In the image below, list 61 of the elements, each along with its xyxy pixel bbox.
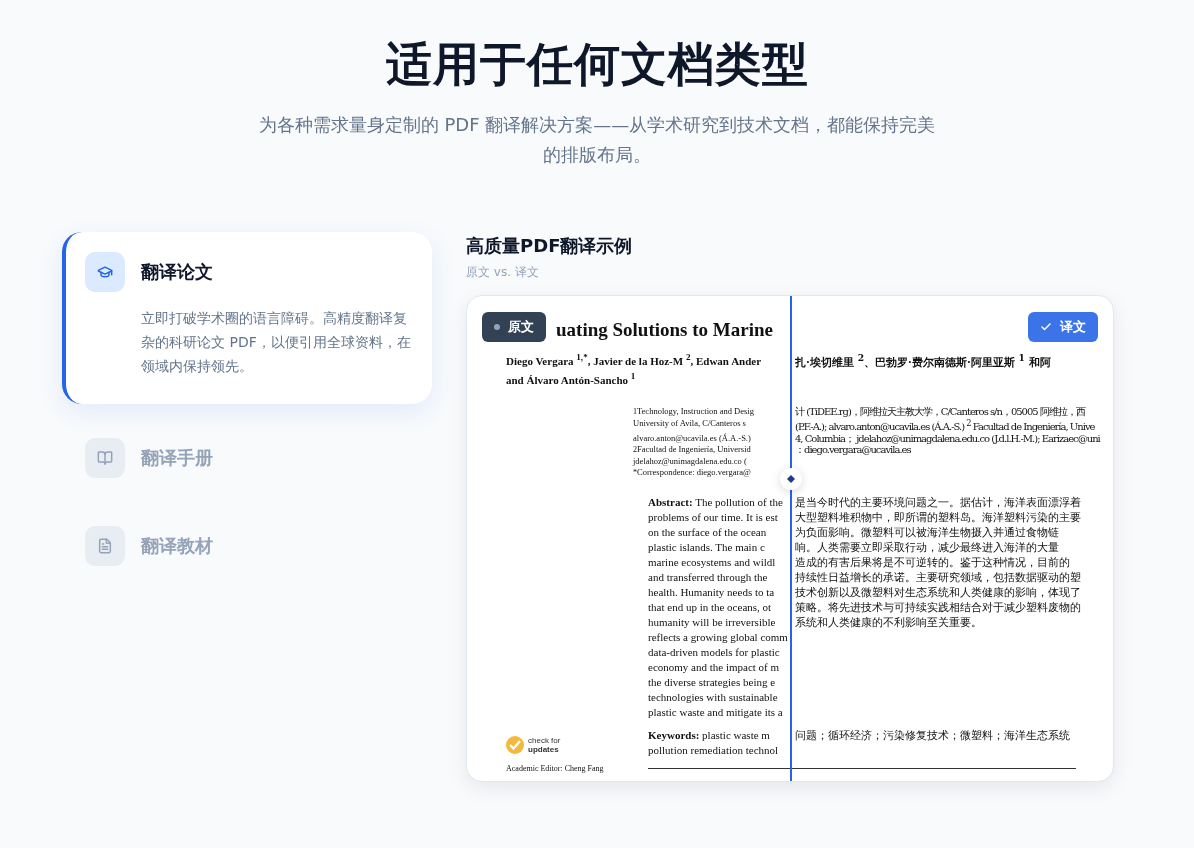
original-badge: 原文 — [482, 312, 546, 342]
original-text-line: and Álvaro Antón-Sancho $^{1}$ — [506, 374, 636, 387]
original-text-line: economy and the impact of m — [648, 660, 780, 673]
original-text-line: jdelahoz@unimagdalena.edu.co ( — [633, 455, 747, 466]
footnote-number: 2 — [633, 445, 637, 455]
translated-text-line: 系统和人类健康的不利影响至关重要。 — [794, 614, 982, 630]
original-text-line: Abstract: The pollution of the — [648, 495, 783, 508]
translated-text-line: 为负面影响。微塑料可以被海洋生物摄入并通过食物链 — [794, 524, 1059, 540]
translated-text-line: 扎·埃切维里 $^{2}$、巴勃罗·费尔南德斯·阿里亚斯 $^{1}$ 和阿 — [794, 351, 1051, 370]
original-text-line: alvaro.anton@ucavila.es (Á.A.-S.) — [633, 432, 751, 443]
preview-title: 高质量PDF翻译示例 — [466, 234, 634, 258]
original-text-line: plastic waste and mitigate its a — [648, 705, 783, 718]
book-icon — [85, 438, 125, 478]
translated-text-line: 技术创新以及微塑料对生态系统和人类健康的影响，体现了 — [794, 584, 1081, 600]
original-text-line: on the surface of the ocean — [648, 525, 767, 538]
original-text-line: problems of our time. It is est — [648, 510, 778, 523]
academic-editor: Academic Editor: Cheng Fang — [506, 763, 605, 773]
footnote-number: * — [633, 468, 637, 478]
original-text-line: University of Avila, C/Canteros s — [633, 417, 746, 428]
paper-title: uating Solutions to Marine — [556, 318, 773, 342]
translated-text-line: 4, Columbia； jdelahoz@unimagdalena.edu.co (J.d.l.H.-M.); Earizaec@uni — [794, 432, 1100, 445]
divider-handle[interactable] — [780, 468, 802, 490]
graduation-cap-icon — [85, 252, 125, 292]
translated-text-line: 持续性日益增长的承诺。主要研究领域，包括数据驱动的塑 — [794, 569, 1081, 585]
translated-text-line: 是当今时代的主要环境问题之一。据估计，海洋表面漂浮着 — [794, 494, 1081, 510]
translated-text-line: 响。人类需要立即采取行动，减少最终进入海洋的大量 — [794, 539, 1059, 555]
compare-divider[interactable] — [790, 296, 792, 781]
translated-text-line: ：diego.vergara@ucavila.es — [794, 444, 911, 456]
preview-subtitle: 原文 vs. 译文 — [466, 264, 540, 281]
translated-text-line: 问题；循环经济；污染修复技术；微塑料；海洋生态系统 — [794, 727, 1070, 743]
page-subtitle: 为各种需求量身定制的 PDF 翻译解决方案——从学术研究到技术文档，都能保持完美的排版布局。 — [257, 113, 937, 167]
translated-badge: 译文 — [1028, 312, 1098, 342]
translated-text-line: 造成的有害后果将是不可逆转的。鉴于这种情况，目前的 — [794, 554, 1070, 570]
translated-text-line: (P.F.-A.); alvaro.anton@ucavila.es (Á.A.-S.) $^{2}$ Facultad de Ingeniería, Unive — [794, 417, 1095, 433]
category-tab[interactable]: 翻译论文 立即打破学术圈的语言障碍。高精度翻译复杂的科研论文 PDF，以便引用全球资料，在领域内保持领先。 — [62, 232, 432, 404]
original-text-line: Diego Vergara $^{1,*}$, Javier de la Hoz-M $^{2}$, Edwan Ander — [506, 354, 762, 367]
original-text-line: Facultad de Ingeniería, Universid — [637, 444, 751, 455]
document-icon — [85, 526, 125, 566]
translated-text-line: 计 (TiDEE.rg)，阿维拉天主教大学，C/Canteros s/n，05005 阿维拉，西 — [794, 406, 1085, 418]
category-tab[interactable]: 翻译教材 — [62, 506, 432, 586]
category-tab[interactable]: 翻译手册 — [62, 418, 432, 498]
original-text-line: health. Humanity needs to ta — [648, 585, 775, 598]
original-text-line: data-driven models for plastic — [648, 645, 780, 658]
original-text-line: Correspondence: diego.vergara@ — [637, 467, 751, 478]
original-text-line: technologies with sustainable — [648, 690, 778, 703]
original-text-line: that end up in the oceans, ot — [648, 600, 772, 613]
original-text-line: reflects a growing global comm — [648, 630, 788, 643]
check-for-updates-logo: check for updates — [506, 735, 648, 754]
original-text-line: the diverse strategies being e — [648, 675, 776, 688]
footnote-number: 1 — [633, 407, 637, 417]
translated-text-line: 大型塑料堆积物中，即所谓的塑料岛。海洋塑料污染的主要 — [794, 509, 1081, 525]
original-text-line: pollution remediation technol — [648, 743, 779, 756]
original-text-line: marine ecosystems and wildl — [648, 555, 776, 568]
page-title: 适用于任何文档类型 — [385, 36, 809, 93]
original-text-line: Technology, Instruction and Desig — [637, 406, 754, 417]
original-text-line: Keywords: plastic waste m — [648, 728, 770, 741]
original-text-line: plastic islands. The main c — [648, 540, 765, 553]
translated-text-line: 策略。将先进技术与可持续实践相结合对于减少塑料废物的 — [794, 599, 1081, 615]
original-text-line: and transferred through the — [648, 570, 768, 583]
original-text-line: humanity will be irreversible — [648, 615, 776, 628]
tab-description: 立即打破学术圈的语言障碍。高精度翻译复杂的科研论文 PDF，以便引用全球资料，在领域内保持领先。 — [141, 309, 412, 376]
